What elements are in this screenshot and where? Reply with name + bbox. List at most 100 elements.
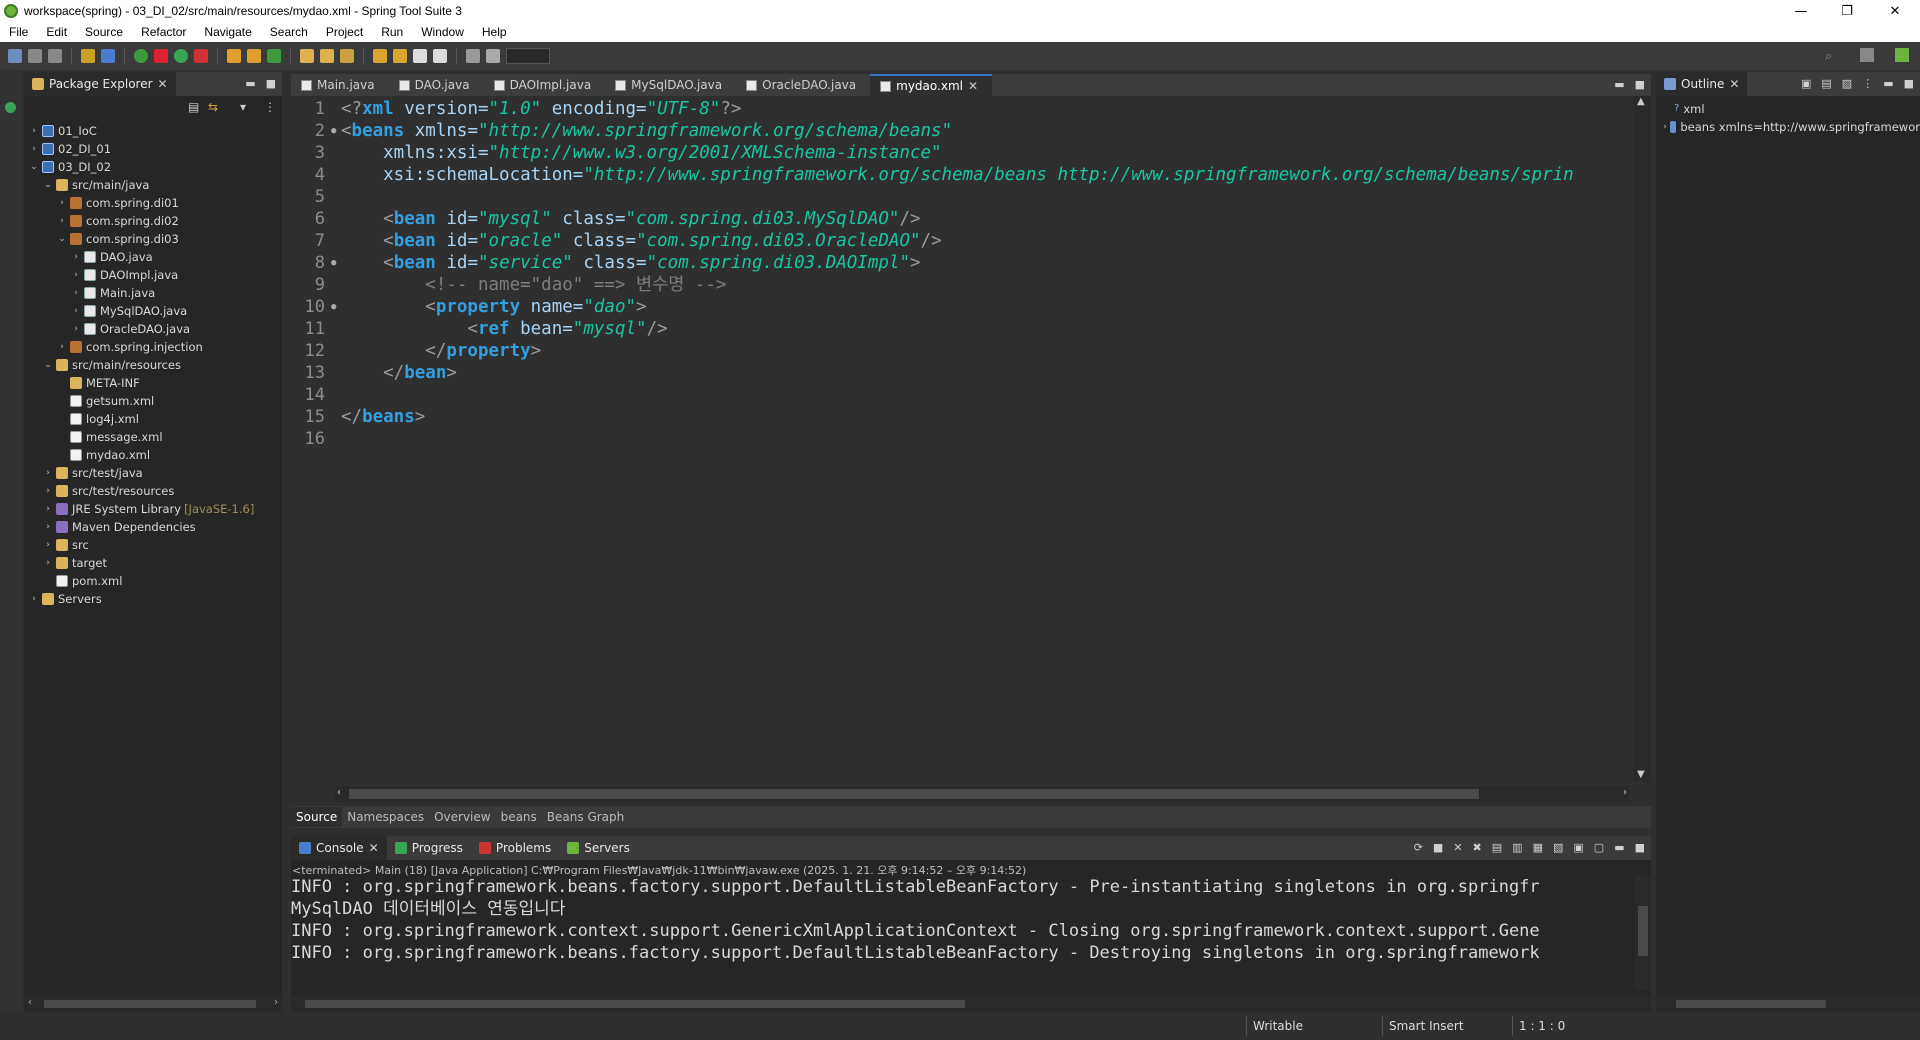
tab-outline[interactable]: Outline ✕ [1656,72,1748,96]
save-icon[interactable] [28,49,42,63]
scroll-lock-icon[interactable]: ▥ [1512,841,1522,854]
chevron-right-icon[interactable]: › [42,500,54,518]
menu-help[interactable]: Help [473,25,516,39]
tree-item[interactable]: › src/test/resources [24,482,282,500]
tree-item[interactable]: META-INF [24,374,282,392]
editor-tab[interactable]: DAO.java [389,74,484,96]
open-task-icon[interactable] [320,49,334,63]
clear-console-icon[interactable]: ▤ [1492,841,1502,854]
editor-hscroll[interactable]: ‹ › [335,786,1629,802]
editor-tab[interactable]: mydao.xml ✕ [870,74,993,96]
build-icon[interactable] [81,49,95,63]
outline-item-beans[interactable]: › beans xmlns=http://www.springframewor [1662,118,1920,136]
editor-tab[interactable]: Main.java [291,74,389,96]
tree-item[interactable]: pom.xml [24,572,282,590]
fold-marker-icon[interactable]: ● [331,120,341,142]
remove-all-icon[interactable]: ✖ [1473,841,1482,854]
subtab-namespaces[interactable]: Namespaces [342,810,429,824]
boot-dashboard-icon[interactable] [5,102,16,113]
tree-item[interactable]: › com.spring.injection [24,338,282,356]
minimize-view-icon[interactable]: ▬ [1883,77,1893,90]
editor-vscroll[interactable]: ▲ ▼ [1633,96,1651,782]
run-icon[interactable] [174,49,188,63]
tree-item[interactable]: › target [24,554,282,572]
chevron-right-icon[interactable]: › [42,518,54,536]
tree-item[interactable]: ⌄ 03_DI_02 [24,158,282,176]
tree-item[interactable]: ⌄ src/main/resources [24,356,282,374]
minimize-view-icon[interactable]: ▬ [245,77,255,90]
chevron-down-icon[interactable]: ⌄ [56,230,68,248]
code-area[interactable]: 1 <?xml version="1.0" encoding="UTF-8"?> 2… [291,96,1629,782]
grid-icon[interactable] [486,49,500,63]
maximize-editor-icon[interactable]: ■ [1635,78,1645,91]
chevron-right-icon[interactable]: › [28,122,40,140]
tab-problems[interactable]: Problems [471,836,559,860]
scroll-left-icon[interactable]: ‹ [337,787,341,798]
tree-item[interactable]: › src/test/java [24,464,282,482]
tree-item[interactable]: log4j.xml [24,410,282,428]
open-type-icon[interactable] [300,49,314,63]
fold-marker-icon[interactable]: ● [331,296,341,318]
new-class-icon[interactable] [267,49,281,63]
filter-icon[interactable]: ▾ [240,100,246,114]
tab-console[interactable]: Console ✕ [291,836,387,860]
editor-tab[interactable]: MySqlDAO.java [605,74,736,96]
scroll-thumb[interactable] [44,1000,256,1008]
menu-file[interactable]: File [0,25,37,39]
remove-launch-icon[interactable]: ✕ [1453,841,1462,854]
chevron-down-icon[interactable]: ⌄ [42,356,54,374]
tree-item[interactable]: › com.spring.di02 [24,212,282,230]
chevron-right-icon[interactable]: › [70,302,82,320]
search-tool-icon[interactable] [340,49,354,63]
chevron-right-icon[interactable]: › [70,320,82,338]
scroll-right-icon[interactable]: › [1623,787,1627,798]
scroll-thumb[interactable] [305,1000,965,1008]
tree-item[interactable]: mydao.xml [24,446,282,464]
chevron-right-icon[interactable]: › [28,140,40,158]
scroll-thumb[interactable] [349,789,1479,799]
close-icon[interactable]: ✕ [369,841,379,855]
tree-item[interactable]: ⌄ com.spring.di03 [24,230,282,248]
tree-item[interactable]: ⌄ src/main/java [24,176,282,194]
maximize-view-icon[interactable]: ■ [266,77,276,90]
tree-item[interactable]: › src [24,536,282,554]
open-perspective-icon[interactable] [1860,48,1874,62]
spring-perspective-icon[interactable] [1895,48,1909,62]
toolbar-combo[interactable] [506,48,550,64]
outline-item-xml[interactable]: ? xml [1662,100,1920,118]
chevron-right-icon[interactable]: › [42,554,54,572]
sort-icon[interactable]: ▣ [1801,77,1811,90]
menu-window[interactable]: Window [412,25,473,39]
collapse-icon[interactable]: ▤ [1821,77,1831,90]
spring-boot-icon[interactable] [134,49,148,63]
tab-package-explorer[interactable]: Package Explorer ✕ [24,72,176,96]
tab-progress[interactable]: Progress [387,836,471,860]
tree-item[interactable]: › 01_IoC [24,122,282,140]
tree-item[interactable]: › OracleDAO.java [24,320,282,338]
chevron-right-icon[interactable]: › [70,266,82,284]
new-icon[interactable] [8,49,22,63]
close-icon[interactable]: ✕ [158,77,168,91]
link-editor-icon[interactable]: ⇆ [208,100,218,114]
maximize-view-icon[interactable]: ■ [1904,77,1914,90]
chevron-right-icon[interactable]: › [1662,118,1668,136]
subtab-source[interactable]: Source [291,807,343,827]
scroll-left-icon[interactable]: ‹ [28,997,32,1008]
tree-item[interactable]: › MySqlDAO.java [24,302,282,320]
back-icon[interactable] [413,49,427,63]
perspective-icon[interactable] [466,49,480,63]
menu-source[interactable]: Source [76,25,132,39]
tree-item[interactable]: › DAOImpl.java [24,266,282,284]
menu-navigate[interactable]: Navigate [195,25,260,39]
pin-console-icon[interactable]: ▧ [1553,841,1563,854]
new-java-project-icon[interactable] [227,49,241,63]
tree-item[interactable]: › Servers [24,590,282,608]
menu-refactor[interactable]: Refactor [132,25,195,39]
tree-item[interactable]: getsum.xml [24,392,282,410]
tree-item[interactable]: › 02_DI_01 [24,140,282,158]
collapse-all-icon[interactable]: ▤ [188,100,199,114]
scroll-right-icon[interactable]: › [274,997,278,1008]
tree-item[interactable]: › Main.java [24,284,282,302]
chevron-right-icon[interactable]: › [56,338,68,356]
chevron-right-icon[interactable]: › [70,248,82,266]
